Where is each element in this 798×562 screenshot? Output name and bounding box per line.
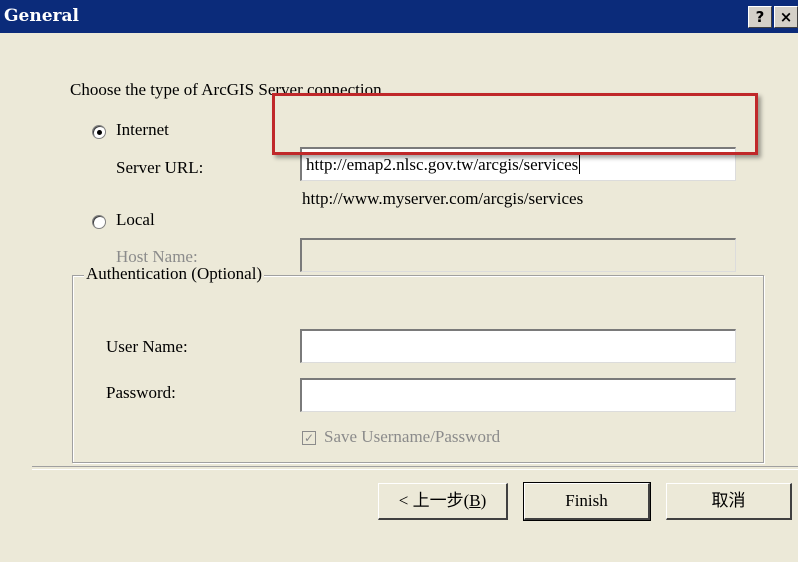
text-caret: ​ [579, 155, 581, 174]
server-url-hint: http://www.myserver.com/arcgis/services [302, 189, 584, 208]
help-button[interactable]: ? [748, 6, 772, 28]
back-button-prefix: < 上一步( [398, 491, 470, 510]
user-name-label: User Name: [106, 337, 188, 356]
internet-radio[interactable] [92, 125, 106, 139]
footer-separator [32, 466, 798, 470]
close-button[interactable]: × [774, 6, 798, 28]
password-label: Password: [106, 383, 176, 402]
user-name-input[interactable] [300, 329, 736, 363]
host-name-input [300, 238, 736, 272]
back-button-accelerator: B [469, 491, 481, 510]
server-url-label: Server URL: [116, 158, 204, 177]
password-input[interactable] [300, 378, 736, 412]
back-button-suffix: ) [480, 491, 487, 510]
authentication-group-title: Authentication (Optional) [84, 264, 265, 284]
internet-radio-label[interactable]: Internet [116, 120, 169, 140]
local-radio[interactable] [92, 215, 106, 229]
save-credentials-checkbox: ✓ [302, 431, 316, 445]
title-bar: General ? × [0, 0, 798, 33]
cancel-button[interactable]: 取消 [666, 483, 792, 520]
save-credentials-label: Save Username/Password [324, 427, 501, 446]
back-button[interactable]: < 上一步(B) [378, 483, 508, 520]
highlight-annotation [272, 93, 758, 155]
window-title: General [4, 6, 79, 26]
server-url-value: http://emap2.nlsc.gov.tw/arcgis/services [306, 155, 579, 174]
local-radio-label[interactable]: Local [116, 210, 155, 230]
finish-button[interactable]: Finish [523, 482, 651, 521]
